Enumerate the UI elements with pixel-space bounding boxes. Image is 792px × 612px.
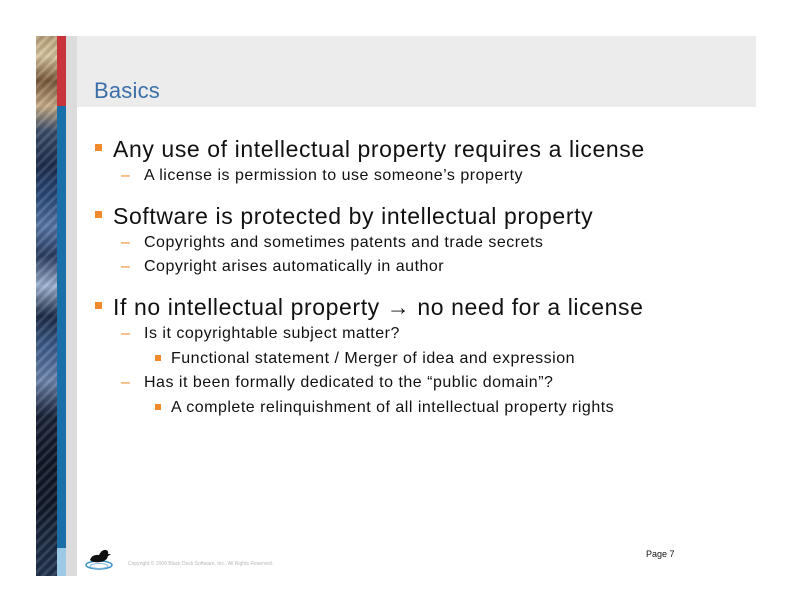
sub-item-text: A license is permission to use someone’s… [144,167,524,184]
accent-bar-red [57,36,66,106]
sub-item: – Copyrights and sometimes patents and t… [94,231,754,255]
square-bullet-icon [155,355,161,361]
sub-item: – Has it been formally dedicated to the … [94,371,754,395]
sub-item-text: Copyright arises automatically in author [144,258,445,275]
square-bullet-icon [95,211,102,218]
sub-item-text: Has it been formally dedicated to the “p… [144,374,554,391]
page-number: Page 7 [646,549,675,559]
accent-bar-lightblue [57,548,66,576]
copyright-text: Copyright © 2006 Black Duck Software, In… [128,561,274,567]
decorative-photo-strip [36,36,57,576]
title-band [77,36,756,107]
square-bullet-icon [95,302,102,309]
sub-item-text: Is it copyrightable subject matter? [144,325,400,342]
slide-content: Any use of intellectual property require… [94,134,754,420]
bullet-item: If no intellectual property → no need fo… [94,292,754,322]
sub-sub-item: A complete relinquishment of all intelle… [94,395,754,420]
dash-bullet-icon: – [121,258,131,275]
sub-sub-item: Functional statement / Merger of idea an… [94,346,754,371]
sub-item: – Is it copyrightable subject matter? [94,322,754,346]
duck-logo-icon [84,543,114,571]
dash-bullet-icon: – [121,234,131,251]
accent-bar-gray [66,36,77,576]
square-bullet-icon [155,404,161,410]
sub-item: – A license is permission to use someone… [94,164,754,188]
dash-bullet-icon: – [121,374,131,391]
sub-item: – Copyright arises automatically in auth… [94,255,754,279]
bullet-text: Any use of intellectual property require… [113,136,645,162]
slide-title: Basics [94,78,160,103]
square-bullet-icon [95,144,102,151]
dash-bullet-icon: – [121,167,131,184]
accent-bar-blue [57,106,66,576]
sub-sub-item-text: A complete relinquishment of all intelle… [171,399,615,416]
sub-item-text: Copyrights and sometimes patents and tra… [144,234,544,251]
sub-sub-item-text: Functional statement / Merger of idea an… [171,350,575,367]
bullet-text: Software is protected by intellectual pr… [113,203,594,229]
dash-bullet-icon: – [121,325,131,342]
bullet-item: Software is protected by intellectual pr… [94,201,754,231]
bullet-item: Any use of intellectual property require… [94,134,754,164]
bullet-text: If no intellectual property → no need fo… [113,294,644,320]
